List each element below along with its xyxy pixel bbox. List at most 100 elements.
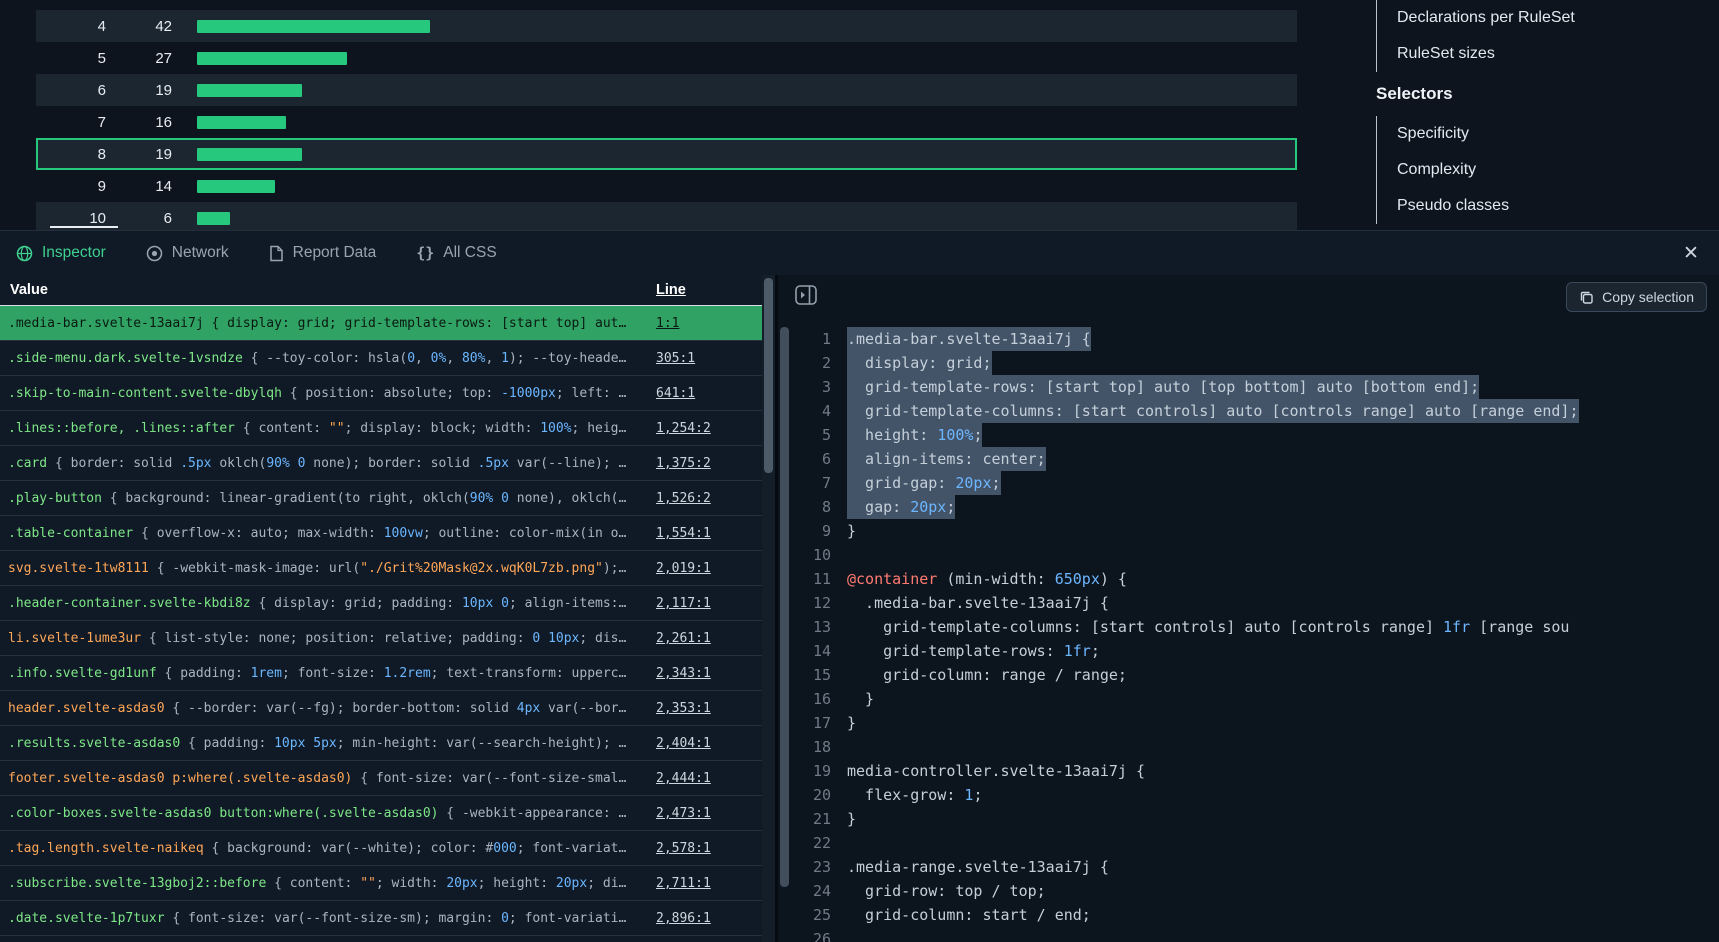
line-link[interactable]: 2,019:1	[656, 561, 711, 576]
code-line-number: 15	[801, 663, 831, 687]
inspector-row[interactable]: .info.svelte-gd1unf { padding: 1rem; fon…	[0, 656, 762, 691]
code-line: 24 grid-row: top / top;	[801, 879, 1719, 903]
chart-row[interactable]: 7 16	[36, 106, 1297, 138]
code-line-text: grid-template-columns: [start controls] …	[847, 399, 1579, 423]
tab-bar: Inspector Network Report Data {} All CSS…	[0, 231, 1719, 275]
inspector-row[interactable]: .tag.length.svelte-naikeq { background: …	[0, 831, 762, 866]
code-line-number: 5	[801, 423, 831, 447]
code-line-number: 8	[801, 495, 831, 519]
toc-item-complexity[interactable]: Complexity	[1397, 152, 1719, 188]
inspector-row[interactable]: .results.svelte-asdas0 { padding: 10px 5…	[0, 726, 762, 761]
inspector-row[interactable]: footer.svelte-asdas0 p:where(.svelte-asd…	[0, 761, 762, 796]
row-line: 2,019:1	[646, 561, 711, 576]
column-header-line[interactable]: Line	[646, 282, 686, 298]
row-selector: .side-menu.dark.svelte-1vsndze	[8, 351, 243, 366]
tab-all-css[interactable]: {} All CSS	[416, 244, 496, 262]
chart-row-label: 9	[36, 178, 106, 195]
row-value: svg.svelte-1tw8111 { -webkit-mask-image:…	[0, 561, 646, 576]
code-line-text: }	[847, 711, 856, 735]
chart-bar	[197, 84, 302, 97]
line-link[interactable]: 1,254:2	[656, 421, 711, 436]
toc-item-specificity[interactable]: Specificity	[1397, 116, 1719, 152]
row-selector: .subscribe.svelte-13gboj2::before	[8, 876, 266, 891]
inspector-row[interactable]: .lines::before, .lines::after { content:…	[0, 411, 762, 446]
inspector-row[interactable]: header.svelte-asdas0 { --border: var(--f…	[0, 691, 762, 726]
inspector-row[interactable]: .skip-to-main-content.svelte-dbylqh { po…	[0, 376, 762, 411]
inspector-table-body: .media-bar.svelte-13aai7j { display: gri…	[0, 306, 762, 936]
line-link[interactable]: 2,261:1	[656, 631, 711, 646]
toggle-panel-icon[interactable]	[794, 283, 818, 312]
line-link[interactable]: 2,444:1	[656, 771, 711, 786]
inspector-row[interactable]: .media-bar.svelte-13aai7j { display: gri…	[0, 306, 762, 341]
line-link[interactable]: 1:1	[656, 316, 679, 331]
line-link[interactable]: 2,353:1	[656, 701, 711, 716]
row-selector: .table-container	[8, 526, 133, 541]
chart-row[interactable]: 10 6	[36, 202, 1297, 230]
inspector-row[interactable]: .header-container.svelte-kbdi8z { displa…	[0, 586, 762, 621]
column-header-value: Value	[0, 282, 646, 298]
row-line: 1,375:2	[646, 456, 711, 471]
code-scrollbar-thumb[interactable]	[780, 327, 789, 887]
chart-row[interactable]: 8 19	[36, 138, 1297, 170]
line-link[interactable]: 2,711:1	[656, 876, 711, 891]
code-line-number: 9	[801, 519, 831, 543]
code-line-number: 23	[801, 855, 831, 879]
line-link[interactable]: 1,375:2	[656, 456, 711, 471]
row-line: 1,526:2	[646, 491, 711, 506]
copy-selection-button[interactable]: Copy selection	[1566, 282, 1707, 312]
inspector-row[interactable]: .color-boxes.svelte-asdas0 button:where(…	[0, 796, 762, 831]
tab-inspector[interactable]: Inspector	[16, 244, 106, 262]
line-link[interactable]: 2,578:1	[656, 841, 711, 856]
line-link[interactable]: 1,526:2	[656, 491, 711, 506]
toc-item-ruleset-sizes[interactable]: RuleSet sizes	[1397, 36, 1719, 72]
code-line-number: 18	[801, 735, 831, 759]
code-line: 13 grid-template-columns: [start control…	[801, 615, 1719, 639]
toc-header-selectors[interactable]: Selectors	[1376, 72, 1719, 116]
code-line: 9 }	[801, 519, 1719, 543]
chart-row[interactable]: 5 27	[36, 42, 1297, 74]
chart-row-label: 5	[36, 50, 106, 67]
chart-bar-wrap	[172, 52, 1297, 65]
inspector-table-pane: Value Line .media-bar.svelte-13aai7j { d…	[0, 275, 762, 942]
line-link[interactable]: 2,343:1	[656, 666, 711, 681]
line-link[interactable]: 2,896:1	[656, 911, 711, 926]
row-value: .media-bar.svelte-13aai7j { display: gri…	[0, 316, 646, 331]
copy-selection-label: Copy selection	[1602, 289, 1694, 305]
inspector-row[interactable]: .card { border: solid .5px oklch(90% 0 n…	[0, 446, 762, 481]
row-rule: { content: ""; display: block; width: 10…	[235, 421, 626, 436]
line-link[interactable]: 1,554:1	[656, 526, 711, 541]
inspector-row[interactable]: svg.svelte-1tw8111 { -webkit-mask-image:…	[0, 551, 762, 586]
line-link[interactable]: 2,404:1	[656, 736, 711, 751]
line-link[interactable]: 641:1	[656, 386, 695, 401]
row-line: 2,444:1	[646, 771, 711, 786]
chart-row[interactable]: 9 14	[36, 170, 1297, 202]
toc-item-declarations-per-ruleset[interactable]: Declarations per RuleSet	[1397, 0, 1719, 36]
code-line-text: media-controller.svelte-13aai7j {	[847, 759, 1145, 783]
chart-bar	[197, 116, 286, 129]
inspector-row[interactable]: .subscribe.svelte-13gboj2::before { cont…	[0, 866, 762, 901]
code-line-text: grid-template-rows: [start top] auto [to…	[847, 375, 1479, 399]
row-line: 2,261:1	[646, 631, 711, 646]
inspector-row[interactable]: .side-menu.dark.svelte-1vsndze { --toy-c…	[0, 341, 762, 376]
code-line-text: grid-column: range / range;	[847, 663, 1127, 687]
toc-item-pseudo-classes[interactable]: Pseudo classes	[1397, 188, 1719, 224]
table-scrollbar-thumb[interactable]	[764, 278, 773, 473]
inspector-row[interactable]: .table-container { overflow-x: auto; max…	[0, 516, 762, 551]
tab-network[interactable]: Network	[146, 244, 229, 262]
chart-row[interactable]: 4 42	[36, 10, 1297, 42]
line-link[interactable]: 2,117:1	[656, 596, 711, 611]
row-line: 1,554:1	[646, 526, 711, 541]
close-button[interactable]: ✕	[1677, 239, 1705, 267]
row-rule: { -webkit-appearance: …	[438, 806, 626, 821]
inspector-row[interactable]: .play-button { background: linear-gradie…	[0, 481, 762, 516]
row-selector: .results.svelte-asdas0	[8, 736, 180, 751]
code-line-text: }	[847, 807, 856, 831]
inspector-row[interactable]: .date.svelte-1p7tuxr { font-size: var(--…	[0, 901, 762, 936]
line-link[interactable]: 305:1	[656, 351, 695, 366]
line-link[interactable]: 2,473:1	[656, 806, 711, 821]
inspector-row[interactable]: li.svelte-1ume3ur { list-style: none; po…	[0, 621, 762, 656]
row-line: 2,711:1	[646, 876, 711, 891]
code-line-number: 7	[801, 471, 831, 495]
chart-row[interactable]: 6 19	[36, 74, 1297, 106]
tab-report-data[interactable]: Report Data	[269, 244, 377, 262]
